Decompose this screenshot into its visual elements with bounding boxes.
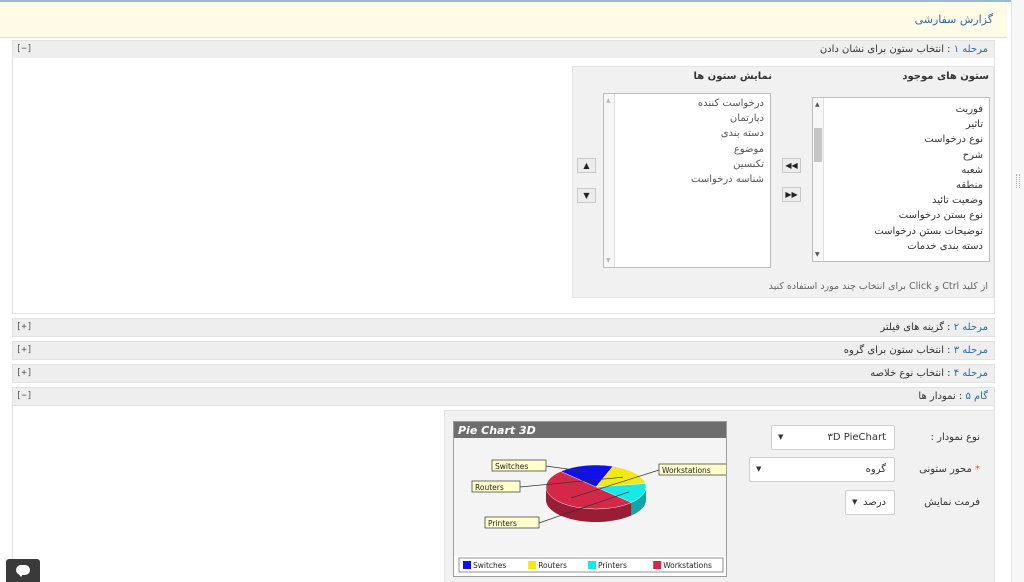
- callout-label: Switches: [495, 462, 528, 471]
- list-item[interactable]: فوریت: [874, 104, 983, 119]
- list-item[interactable]: شرح: [874, 150, 983, 165]
- step-1-header[interactable]: [−] مرحله ۱ : انتخاب ستون برای نشان دادن: [12, 40, 995, 59]
- axis-value: گروه: [865, 464, 886, 475]
- step-4-label: مرحله ۴ : انتخاب نوع خلاصه: [870, 368, 988, 379]
- chart-preview: Pie Chart 3D Switches Routers Printers Works…: [453, 421, 727, 577]
- step-title: نمودار ها: [918, 391, 956, 402]
- step-title: انتخاب نوع خلاصه: [870, 368, 944, 379]
- available-items: فوریت تاثیر نوع درخواست شرح شعبه منطقه وضعیت ت…: [874, 104, 983, 256]
- move-left-button[interactable]: ◀◀: [782, 158, 801, 173]
- scroll-up-arrow-icon[interactable]: ▲: [606, 97, 611, 104]
- list-item[interactable]: دسته بندی: [691, 128, 764, 143]
- list-item[interactable]: موضوع: [691, 144, 764, 159]
- callout-label: Workstations: [662, 466, 711, 475]
- legend-label-routers: Routers: [538, 561, 567, 570]
- move-down-button[interactable]: ▼: [577, 188, 596, 203]
- available-columns-heading: ستون های موجود: [902, 71, 989, 82]
- list-item[interactable]: شعبه: [874, 165, 983, 180]
- step-number: مرحله ۲: [953, 322, 988, 333]
- list-scrollbar[interactable]: ▲ ▼: [813, 98, 824, 261]
- callout-label: Routers: [475, 483, 504, 492]
- step-title: انتخاب ستون برای گروه: [843, 345, 944, 356]
- list-item[interactable]: دسته بندی خدمات: [874, 241, 983, 256]
- drag-handle-icon[interactable]: [1016, 174, 1020, 188]
- collapse-toggle[interactable]: [−]: [16, 44, 32, 54]
- scroll-up-arrow-icon[interactable]: ▲: [815, 101, 820, 108]
- step-1-label: مرحله ۱ : انتخاب ستون برای نشان دادن: [819, 44, 988, 55]
- display-items: درخواست کننده دپارتمان دسته بندی موضوع تکنسی…: [691, 98, 764, 189]
- list-item[interactable]: نوع درخواست: [874, 134, 983, 149]
- step-number: مرحله ۴: [953, 368, 988, 379]
- step-2-header[interactable]: [+] مرحله ۲ : گزینه های فیلتر: [12, 318, 995, 337]
- step-number: مرحله ۳: [953, 345, 988, 356]
- legend-swatch-workstations: [653, 561, 662, 569]
- chart-title: Pie Chart 3D: [458, 424, 536, 437]
- chart-type-label: نوع نمودار :: [930, 432, 980, 443]
- format-label: فرمت نمایش: [924, 497, 980, 508]
- list-item[interactable]: منطقه: [874, 180, 983, 195]
- legend-swatch-routers: [528, 561, 537, 569]
- multi-select-hint: از کلید Ctrl و Click برای انتخاب چند مور…: [768, 281, 988, 292]
- list-item[interactable]: وضعیت تائید: [874, 195, 983, 210]
- legend-label-workstations: Workstations: [663, 561, 712, 570]
- list-item[interactable]: توضیحات بستن درخواست: [874, 226, 983, 241]
- dropdown-arrow-icon: ▼: [852, 498, 858, 506]
- list-item[interactable]: درخواست کننده: [691, 98, 764, 113]
- list-scrollbar[interactable]: ▲ ▼: [604, 94, 615, 267]
- step-3-header[interactable]: [+] مرحله ۳ : انتخاب ستون برای گروه: [12, 341, 995, 360]
- format-select[interactable]: درصد ▼: [845, 490, 895, 515]
- list-item[interactable]: تکنسین: [691, 159, 764, 174]
- legend-swatch-printers: [588, 561, 596, 569]
- scroll-thumb[interactable]: [814, 128, 822, 162]
- collapse-toggle[interactable]: [−]: [16, 391, 32, 401]
- step-5-header[interactable]: [−] گام ۵ : نمودار ها: [12, 387, 995, 406]
- list-item[interactable]: نوع بستن درخواست: [874, 210, 983, 225]
- step-title: گزینه های فیلتر: [880, 322, 944, 333]
- step-number: مرحله ۱: [953, 44, 988, 55]
- legend-swatch-switches: [463, 561, 471, 569]
- list-item[interactable]: تاثیر: [874, 119, 983, 134]
- page-title: گزارش سفارشی: [914, 13, 993, 26]
- step-2-label: مرحله ۲ : گزینه های فیلتر: [880, 322, 988, 333]
- step-title: انتخاب ستون برای نشان دادن: [819, 44, 944, 55]
- display-columns-heading: نمایش ستون ها: [693, 71, 772, 82]
- scroll-down-arrow-icon[interactable]: ▼: [606, 257, 611, 264]
- dropdown-arrow-icon: ▼: [756, 465, 762, 473]
- legend-label-switches: Switches: [473, 561, 506, 570]
- list-item[interactable]: شناسه درخواست: [691, 174, 764, 189]
- step-5-label: گام ۵ : نمودار ها: [918, 391, 988, 402]
- list-item[interactable]: دپارتمان: [691, 113, 764, 128]
- available-columns-list[interactable]: ▲ ▼ فوریت تاثیر نوع درخواست شرح شعبه منطقه وضع…: [812, 97, 990, 262]
- step-3-label: مرحله ۳ : انتخاب ستون برای گروه: [843, 345, 988, 356]
- move-up-button[interactable]: ▲: [577, 158, 596, 173]
- move-right-button[interactable]: ▶▶: [782, 187, 801, 202]
- axis-select[interactable]: گروه ▼: [749, 457, 895, 482]
- dropdown-arrow-icon: ▼: [778, 433, 784, 441]
- step-number: گام ۵: [965, 391, 988, 402]
- scroll-down-arrow-icon[interactable]: ▼: [815, 251, 820, 258]
- axis-label: * گروهمحور ستونی: [919, 464, 980, 475]
- pie-chart-svg: Pie Chart 3D Switches Routers Printers Works…: [454, 422, 726, 573]
- expand-toggle[interactable]: [+]: [16, 322, 32, 332]
- page-header: گزارش سفارشی: [0, 2, 1007, 38]
- chat-button[interactable]: [6, 559, 40, 582]
- callout-label: Printers: [488, 519, 517, 528]
- legend-label-printers: Printers: [598, 561, 627, 570]
- display-columns-list[interactable]: ▲ ▼ درخواست کننده دپارتمان دسته بندی موضوع ت…: [603, 93, 771, 268]
- expand-toggle[interactable]: [+]: [16, 345, 32, 355]
- step-4-header[interactable]: [+] مرحله ۴ : انتخاب نوع خلاصه: [12, 364, 995, 383]
- chart-type-value: ۳D PieChart: [827, 432, 886, 443]
- format-value: درصد: [862, 497, 886, 508]
- required-mark: *: [975, 464, 980, 475]
- side-collapse-strip[interactable]: [1011, 0, 1024, 582]
- chart-type-select[interactable]: ۳D PieChart ▼: [771, 425, 895, 450]
- expand-toggle[interactable]: [+]: [16, 368, 32, 378]
- axis-label-text: محور ستونی: [919, 464, 972, 475]
